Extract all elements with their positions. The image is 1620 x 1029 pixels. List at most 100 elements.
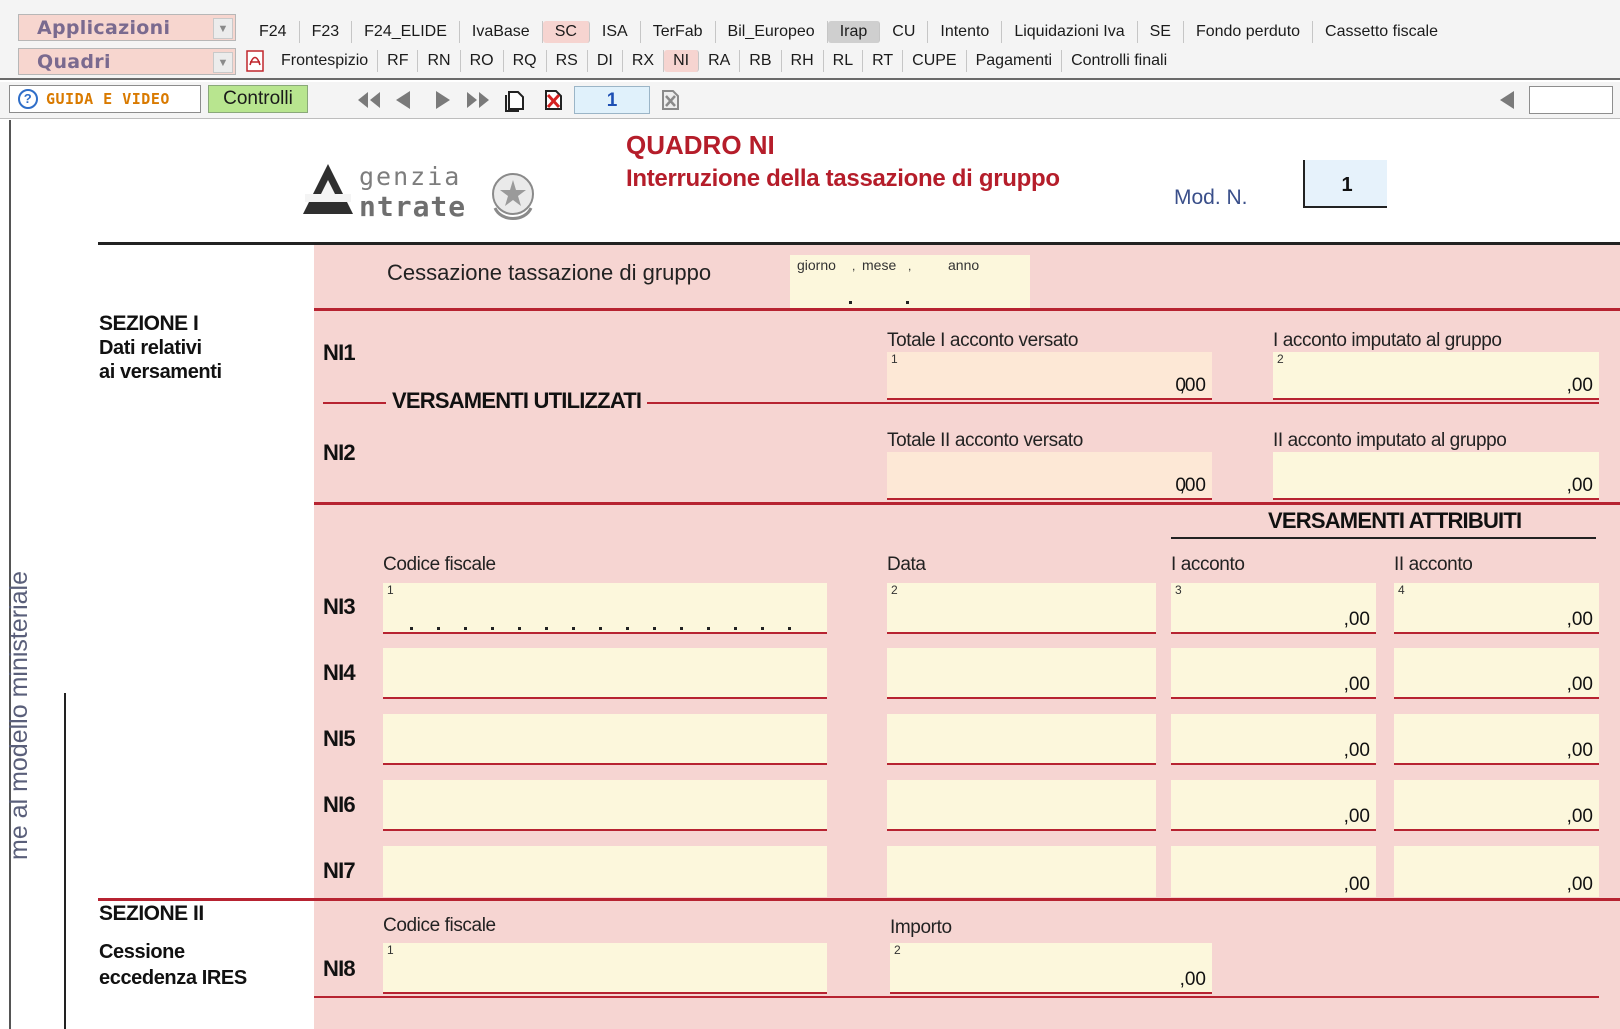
col-i-acconto: I acconto xyxy=(1171,554,1245,575)
ni6-codice-fiscale-field[interactable] xyxy=(383,780,827,831)
row-label-ni4: NI4 xyxy=(323,660,356,685)
sezione-1-sub2: ai versamenti xyxy=(99,361,222,383)
ni2-acconto-gruppo-field[interactable]: ,00 xyxy=(1273,452,1599,500)
cancel-page-icon[interactable] xyxy=(658,88,682,112)
cessazione-date-field[interactable]: giorno , mese , anno xyxy=(790,255,1030,308)
tab-terfab[interactable]: TerFab xyxy=(641,21,716,43)
page-index-input[interactable]: 1 xyxy=(574,86,650,114)
tab-rs[interactable]: RS xyxy=(547,50,588,72)
applicazioni-label: Applicazioni xyxy=(37,17,171,39)
guida-video-button[interactable]: ? GUIDA E VIDEO xyxy=(9,85,201,113)
tab-cassetto-fiscale[interactable]: Cassetto fiscale xyxy=(1313,21,1450,43)
ni8-importo-field[interactable]: 2 ,00 xyxy=(890,943,1212,994)
field-number: 1 xyxy=(891,352,898,366)
ni7-codice-fiscale-field[interactable] xyxy=(383,846,827,897)
ni2-divider xyxy=(314,502,1620,505)
applicazioni-dropdown[interactable]: Applicazioni ▼ xyxy=(18,14,236,41)
quadri-dropdown[interactable]: Quadri ▼ xyxy=(18,48,236,75)
ni4-i-acconto-field[interactable]: ,00 xyxy=(1171,648,1376,699)
tab-rt[interactable]: RT xyxy=(863,50,904,72)
ni8-codice-fiscale-field[interactable]: 1 xyxy=(383,943,827,994)
next-page-icon[interactable] xyxy=(432,88,454,112)
tab-cupe[interactable]: CUPE xyxy=(903,50,967,72)
first-page-icon[interactable] xyxy=(355,88,383,112)
last-page-icon[interactable] xyxy=(464,88,492,112)
tab-fondo-perduto[interactable]: Fondo perduto xyxy=(1184,21,1314,43)
col-tot-ii-acconto: Totale II acconto versato xyxy=(887,430,1083,451)
ni6-ii-acconto-field[interactable]: ,00 xyxy=(1394,780,1599,831)
tab-f23[interactable]: F23 xyxy=(300,21,353,43)
tab-f24[interactable]: F24 xyxy=(247,21,300,43)
tab-ra[interactable]: RA xyxy=(699,50,741,72)
versamenti-attribuiti-rule xyxy=(1171,537,1596,539)
ni5-i-acconto-field[interactable]: ,00 xyxy=(1171,714,1376,765)
tab-ni[interactable]: NI xyxy=(664,50,700,72)
tab-rl[interactable]: RL xyxy=(824,50,864,72)
ni6-data-field[interactable] xyxy=(887,780,1156,831)
tab-irap[interactable]: Irap xyxy=(827,21,881,43)
top-toolbar: Applicazioni ▼ Quadri ▼ F24 F23 F24_ELID… xyxy=(0,0,1620,80)
ni4-codice-fiscale-field[interactable] xyxy=(383,648,827,699)
ni7-ii-acconto-field[interactable]: ,00 xyxy=(1394,846,1599,897)
col-importo: Importo xyxy=(890,917,952,938)
ni4-ii-acconto-field[interactable]: ,00 xyxy=(1394,648,1599,699)
field-cents: ,00 xyxy=(1566,674,1593,695)
tab-frontespizio[interactable]: Frontespizio xyxy=(272,50,379,72)
tab-rn[interactable]: RN xyxy=(418,50,461,72)
tab-rf[interactable]: RF xyxy=(378,50,419,72)
ni3-ii-acconto-field[interactable]: 4 ,00 xyxy=(1394,583,1599,634)
field-number: 3 xyxy=(1175,583,1182,597)
chevron-down-icon[interactable]: ▼ xyxy=(213,18,233,39)
modn-field[interactable]: 1 xyxy=(1303,160,1387,208)
field-number: 1 xyxy=(387,943,394,957)
col-data: Data xyxy=(887,554,926,575)
tab-isa[interactable]: ISA xyxy=(590,21,641,43)
search-input[interactable] xyxy=(1529,86,1613,114)
tab-rx[interactable]: RX xyxy=(623,50,665,72)
ni5-data-field[interactable] xyxy=(887,714,1156,765)
field-tick xyxy=(707,627,710,630)
ni3-codice-fiscale-field[interactable]: 1 xyxy=(383,583,827,634)
previous-page-icon[interactable] xyxy=(392,88,414,112)
ni4-data-field[interactable] xyxy=(887,648,1156,699)
collapse-left-icon[interactable] xyxy=(1496,88,1518,112)
delete-page-icon[interactable] xyxy=(541,88,565,112)
cessazione-divider xyxy=(314,308,1620,311)
ni5-codice-fiscale-field[interactable] xyxy=(383,714,827,765)
pdf-icon[interactable] xyxy=(245,50,265,72)
tab-ivabase[interactable]: IvaBase xyxy=(460,21,543,43)
tab-cu[interactable]: CU xyxy=(880,21,929,43)
row-label-ni2: NI2 xyxy=(323,440,356,465)
ni5-ii-acconto-field[interactable]: ,00 xyxy=(1394,714,1599,765)
ni6-i-acconto-field[interactable]: ,00 xyxy=(1171,780,1376,831)
ni7-i-acconto-field[interactable]: ,00 xyxy=(1171,846,1376,897)
tab-se[interactable]: SE xyxy=(1138,21,1184,43)
tab-liquidazioni-iva[interactable]: Liquidazioni Iva xyxy=(1002,21,1138,43)
ni2-totale-ii-acconto-field[interactable]: 0 ,00 xyxy=(887,452,1212,500)
controlli-button[interactable]: Controlli xyxy=(208,85,308,113)
tab-intento[interactable]: Intento xyxy=(928,21,1003,43)
ni3-data-field[interactable]: 2 xyxy=(887,583,1156,634)
ni1-acconto-gruppo-field[interactable]: 2 ,00 xyxy=(1273,352,1599,400)
tab-di[interactable]: DI xyxy=(588,50,623,72)
ni3-i-acconto-field[interactable]: 3 ,00 xyxy=(1171,583,1376,634)
chevron-down-icon[interactable]: ▼ xyxy=(213,52,233,73)
field-tick xyxy=(734,627,737,630)
tab-pagamenti[interactable]: Pagamenti xyxy=(967,50,1063,72)
ni1-totale-i-acconto-field[interactable]: 1 0 ,00 xyxy=(887,352,1212,400)
tab-controlli-finali[interactable]: Controlli finali xyxy=(1062,50,1176,72)
tab-f24-elide[interactable]: F24_ELIDE xyxy=(352,21,460,43)
tab-bil-europeo[interactable]: Bil_Europeo xyxy=(716,21,828,43)
ni7-data-field[interactable] xyxy=(887,846,1156,897)
tab-rq[interactable]: RQ xyxy=(504,50,547,72)
tab-ro[interactable]: RO xyxy=(461,50,504,72)
row-label-ni7: NI7 xyxy=(323,858,356,883)
tab-sc[interactable]: SC xyxy=(542,21,590,43)
field-cents: ,00 xyxy=(1566,874,1593,895)
new-page-icon[interactable] xyxy=(503,88,527,112)
tab-rb[interactable]: RB xyxy=(740,50,782,72)
quadri-label: Quadri xyxy=(37,51,111,73)
date-mese-label: mese xyxy=(862,257,897,273)
page-title: QUADRO NI xyxy=(626,130,775,160)
tab-rh[interactable]: RH xyxy=(782,50,824,72)
